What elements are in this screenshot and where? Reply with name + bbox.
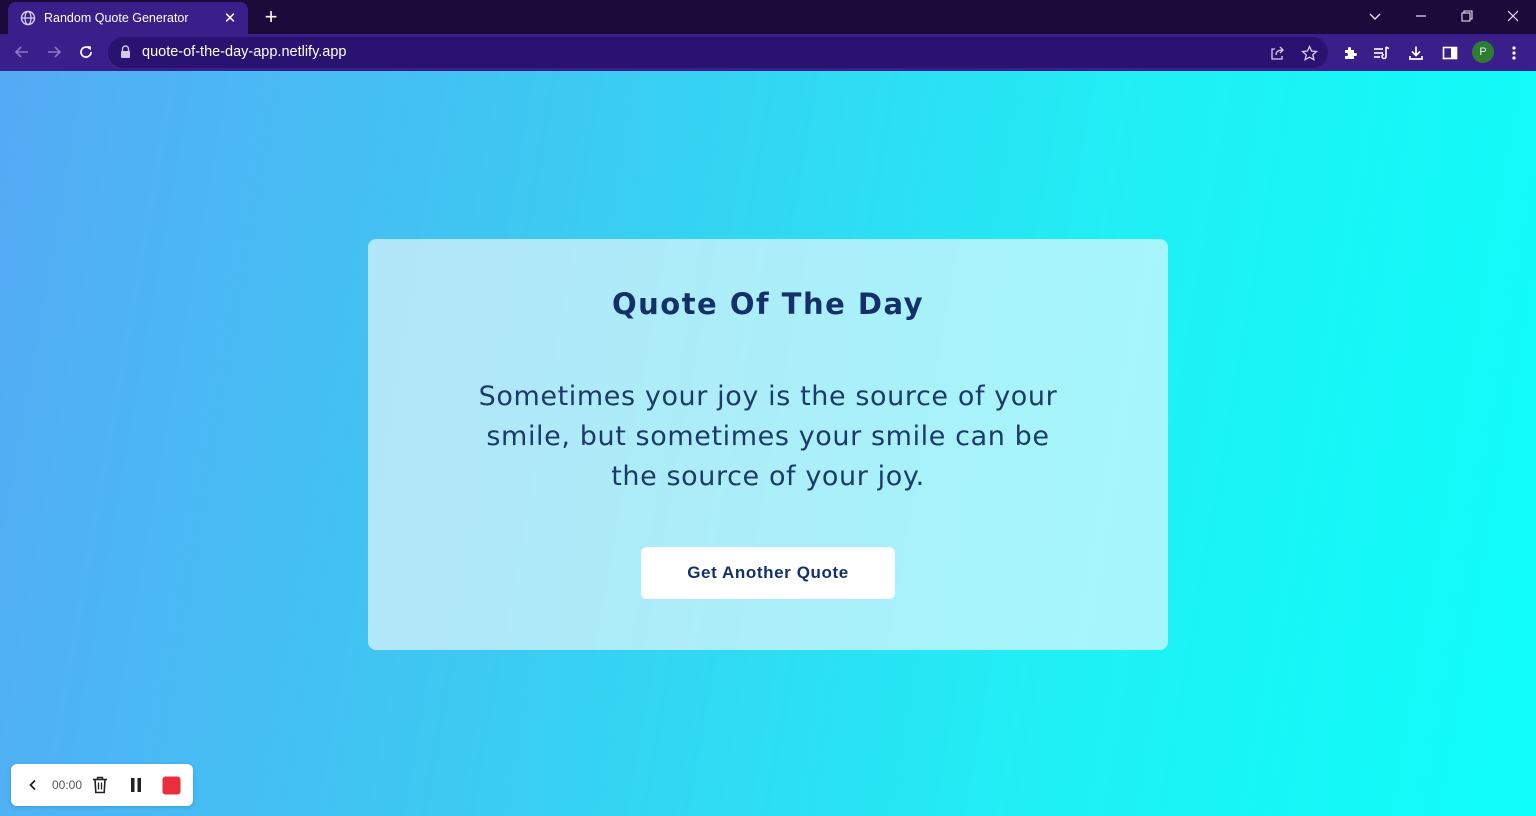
profile-avatar[interactable]: P bbox=[1472, 41, 1494, 63]
page-viewport: Quote Of The Day Sometimes your joy is t… bbox=[0, 71, 1536, 816]
close-window-icon[interactable] bbox=[1490, 0, 1536, 32]
browser-toolbar: quote-of-the-day-app.netlify.app bbox=[0, 34, 1536, 71]
tab-search-icon[interactable] bbox=[1352, 0, 1398, 32]
browser-tab[interactable]: Random Quote Generator ✕ bbox=[8, 2, 248, 34]
minimize-icon[interactable] bbox=[1398, 0, 1444, 32]
tab-title: Random Quote Generator bbox=[44, 11, 189, 25]
globe-icon bbox=[20, 10, 36, 26]
new-tab-button[interactable]: + bbox=[258, 4, 284, 30]
quote-card: Quote Of The Day Sometimes your joy is t… bbox=[368, 239, 1168, 650]
chevron-left-icon[interactable] bbox=[23, 764, 43, 806]
page-title: Quote Of The Day bbox=[611, 287, 925, 321]
quote-text: Sometimes your joy is the source of your… bbox=[478, 381, 1058, 492]
share-icon[interactable] bbox=[1267, 43, 1287, 63]
trash-icon[interactable] bbox=[89, 764, 111, 806]
media-queue-icon[interactable] bbox=[1371, 42, 1393, 64]
lock-icon[interactable] bbox=[120, 45, 131, 64]
restore-icon[interactable] bbox=[1444, 0, 1490, 32]
stop-icon[interactable] bbox=[160, 764, 182, 806]
browser-title-bar: Random Quote Generator ✕ + bbox=[0, 0, 1536, 34]
screen-recorder-widget: 00:00 bbox=[11, 764, 193, 806]
back-arrow-icon[interactable] bbox=[8, 38, 36, 66]
pause-icon[interactable] bbox=[125, 764, 147, 806]
recording-time: 00:00 bbox=[52, 778, 83, 792]
address-bar[interactable]: quote-of-the-day-app.netlify.app bbox=[108, 37, 1328, 68]
tab-close-icon[interactable]: ✕ bbox=[222, 9, 238, 27]
side-panel-icon[interactable] bbox=[1439, 42, 1461, 64]
get-another-quote-button[interactable]: Get Another Quote bbox=[641, 547, 895, 599]
reload-icon[interactable] bbox=[72, 38, 100, 66]
bookmark-star-icon[interactable] bbox=[1299, 43, 1319, 63]
download-icon[interactable] bbox=[1405, 42, 1427, 64]
url-text: quote-of-the-day-app.netlify.app bbox=[142, 44, 347, 60]
more-menu-icon[interactable] bbox=[1503, 42, 1525, 64]
extensions-icon[interactable] bbox=[1339, 42, 1361, 64]
forward-arrow-icon[interactable] bbox=[40, 38, 68, 66]
